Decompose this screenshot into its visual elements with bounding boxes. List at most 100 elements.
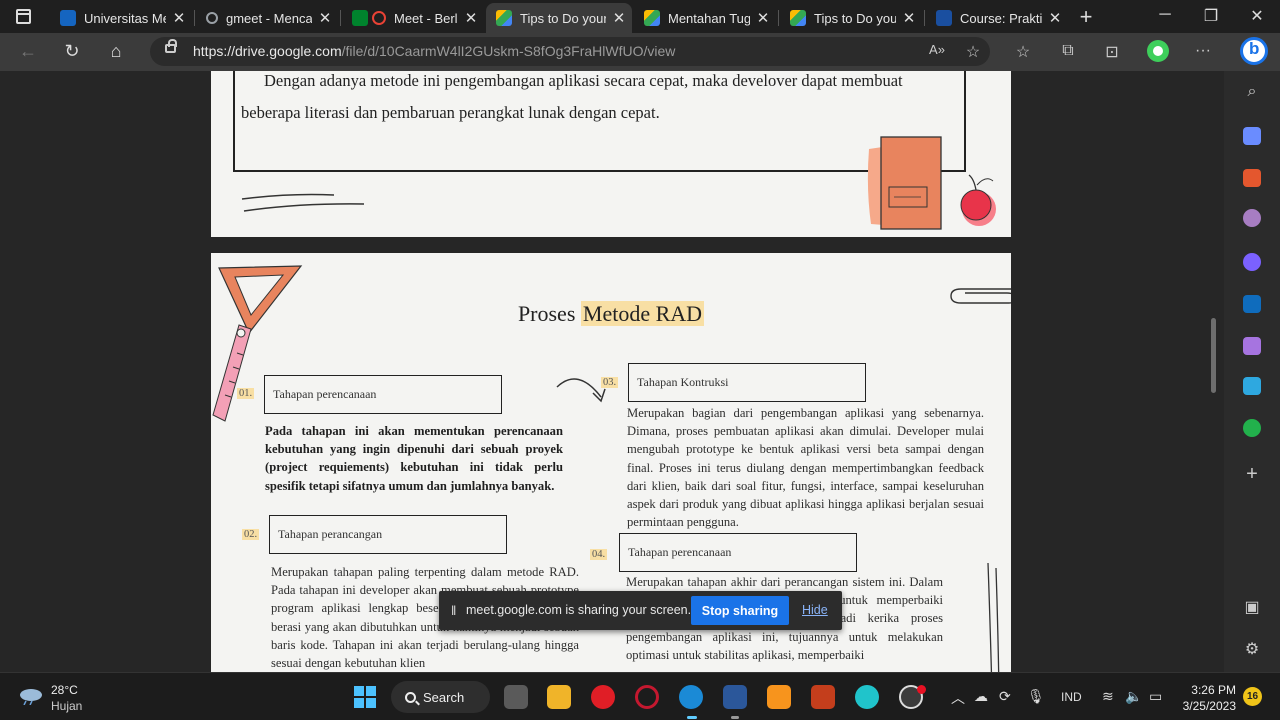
collections-icon[interactable]: ⧉ bbox=[1057, 42, 1079, 60]
tab-universitas[interactable]: Universitas Mercu ✕ bbox=[50, 3, 192, 33]
opera-icon[interactable] bbox=[591, 685, 615, 709]
doodle-lines-icon bbox=[241, 193, 365, 212]
shopping-icon[interactable] bbox=[1243, 127, 1261, 145]
tab-course[interactable]: Course: Praktikum ✕ bbox=[926, 3, 1068, 33]
extensions-icon[interactable]: ⊡ bbox=[1101, 42, 1123, 62]
drive-favicon-icon bbox=[496, 10, 512, 26]
more-menu-icon[interactable]: ··· bbox=[1192, 42, 1214, 60]
tab-close-icon[interactable]: ✕ bbox=[458, 9, 484, 27]
taskbar-search[interactable]: Search bbox=[391, 681, 490, 713]
read-aloud-icon[interactable]: A» bbox=[926, 42, 948, 57]
document-page-1: Dengan adanya metode ini pengembangan ap… bbox=[211, 71, 1011, 237]
step-label-box: Tahapan perencanaan bbox=[264, 375, 502, 414]
drive-favicon-icon bbox=[644, 10, 660, 26]
file-explorer-icon[interactable] bbox=[547, 685, 571, 709]
battery-icon[interactable]: ▭ bbox=[1149, 688, 1162, 705]
volume-icon[interactable]: 🔈 bbox=[1125, 688, 1142, 705]
copilot-icon[interactable] bbox=[1243, 253, 1261, 271]
profile-avatar[interactable] bbox=[1147, 40, 1169, 62]
tab-tips-2[interactable]: Tips to Do your ✕ bbox=[780, 3, 922, 33]
tab-close-icon[interactable]: ✕ bbox=[166, 9, 192, 27]
minimize-icon[interactable]: ─ bbox=[1155, 6, 1175, 24]
designer-icon[interactable] bbox=[1243, 337, 1261, 355]
pause-icon: ‖ bbox=[451, 603, 457, 618]
wifi-icon[interactable]: ≋ bbox=[1102, 688, 1114, 705]
back-icon[interactable]: ← bbox=[17, 41, 39, 62]
calendar-favicon-icon bbox=[60, 10, 76, 26]
close-window-icon[interactable]: ✕ bbox=[1247, 6, 1267, 26]
tools-icon[interactable] bbox=[1243, 169, 1261, 187]
step-number: 03. bbox=[601, 377, 619, 388]
bing-chat-icon[interactable] bbox=[1240, 37, 1268, 65]
games-icon[interactable] bbox=[1243, 209, 1261, 227]
weather-rain-icon[interactable] bbox=[18, 687, 44, 705]
word-icon[interactable] bbox=[723, 685, 747, 709]
edge-icon[interactable] bbox=[679, 685, 703, 709]
hide-banner-link[interactable]: Hide bbox=[802, 603, 828, 617]
weather-condition[interactable]: Hujan bbox=[51, 699, 82, 713]
home-icon[interactable]: ⌂ bbox=[105, 41, 127, 62]
add-sidebar-app-icon[interactable]: + bbox=[1242, 463, 1262, 486]
url-text[interactable]: https://drive.google.com/file/d/10CaarmW… bbox=[193, 43, 675, 59]
step-label-box: Tahapan Kontruksi bbox=[628, 363, 866, 402]
document-viewer[interactable]: Dengan adanya metode ini pengembangan ap… bbox=[0, 71, 1224, 672]
step-number: 01. bbox=[237, 388, 255, 399]
outlook-icon[interactable] bbox=[1243, 295, 1261, 313]
system-clock[interactable]: 3:26 PM 3/25/2023 bbox=[1180, 682, 1236, 714]
favorites-icon[interactable]: ☆ bbox=[1012, 42, 1034, 62]
recording-icon bbox=[372, 11, 386, 25]
tab-tips-active[interactable]: Tips to Do your ✕ bbox=[486, 3, 632, 33]
page-title: Proses Metode RAD bbox=[517, 301, 705, 326]
tab-meet[interactable]: Meet - Berlangs ✕ bbox=[342, 3, 484, 33]
show-hidden-icons[interactable]: ︿ bbox=[951, 688, 965, 708]
screen-share-banner: ‖ meet.google.com is sharing your screen… bbox=[439, 591, 842, 630]
notification-badge[interactable]: 16 bbox=[1243, 687, 1262, 706]
browser-window: Universitas Mercu ✕ gmeet - Mencari ✕ Me… bbox=[0, 0, 1280, 720]
tray-app-icon[interactable]: ☁ bbox=[974, 688, 988, 705]
canva-icon[interactable] bbox=[855, 685, 879, 709]
new-tab-button[interactable]: + bbox=[1075, 4, 1097, 30]
windows-start-icon[interactable] bbox=[354, 686, 376, 708]
microphone-icon[interactable]: 🎙 bbox=[1027, 688, 1045, 705]
tab-close-icon[interactable]: ✕ bbox=[606, 9, 632, 27]
send-icon[interactable] bbox=[1243, 377, 1261, 395]
step-description: Merupakan bagian dari pengembangan aplik… bbox=[627, 406, 984, 530]
meet-favicon-icon bbox=[352, 10, 368, 26]
taskbar: 28°C Hujan Search ︿ ☁ ⟳ 🎙 IND ≋ 🔈 ▭ 3:26… bbox=[0, 672, 1280, 720]
opera-gx-icon[interactable] bbox=[635, 685, 659, 709]
tab-actions-icon[interactable] bbox=[16, 9, 31, 24]
scrollbar-thumb[interactable] bbox=[1211, 318, 1216, 393]
search-favicon-icon bbox=[206, 12, 218, 24]
step-number: 04. bbox=[590, 549, 608, 560]
tab-gmeet-search[interactable]: gmeet - Mencari ✕ bbox=[196, 3, 338, 33]
tree-icon[interactable] bbox=[1243, 419, 1261, 437]
step-description: Pada tahapan ini akan mementukan perenca… bbox=[265, 424, 563, 493]
drive-favicon-icon bbox=[790, 10, 806, 26]
tab-mentahan[interactable]: Mentahan Tugas ✕ bbox=[634, 3, 776, 33]
refresh-icon[interactable]: ↻ bbox=[61, 41, 83, 62]
course-favicon-icon bbox=[936, 10, 952, 26]
page1-paragraph: Dengan adanya metode ini pengembangan ap… bbox=[241, 71, 903, 122]
tab-close-icon[interactable]: ✕ bbox=[1042, 9, 1068, 27]
sidebar-toggle-icon[interactable]: ▣ bbox=[1242, 597, 1262, 617]
recording-badge-icon bbox=[917, 685, 926, 694]
tray-sync-icon[interactable]: ⟳ bbox=[999, 688, 1011, 705]
step-number: 02. bbox=[242, 529, 260, 540]
tab-close-icon[interactable]: ✕ bbox=[896, 9, 922, 27]
gallery-app-icon[interactable] bbox=[767, 685, 791, 709]
language-indicator[interactable]: IND bbox=[1061, 690, 1082, 704]
maximize-icon[interactable]: ❐ bbox=[1201, 6, 1221, 26]
stop-sharing-button[interactable]: Stop sharing bbox=[691, 596, 789, 625]
book-apple-illustration-icon bbox=[867, 136, 996, 230]
weather-temperature[interactable]: 28°C bbox=[51, 683, 78, 697]
tab-close-icon[interactable]: ✕ bbox=[312, 9, 338, 27]
powerpoint-icon[interactable] bbox=[811, 685, 835, 709]
tab-close-icon[interactable]: ✕ bbox=[750, 9, 776, 27]
search-icon[interactable]: ⌕ bbox=[1242, 83, 1262, 101]
task-view-icon[interactable] bbox=[504, 685, 528, 709]
lock-icon[interactable] bbox=[165, 39, 177, 53]
favorite-add-icon[interactable]: ☆ bbox=[962, 42, 984, 62]
settings-icon[interactable]: ⚙ bbox=[1242, 639, 1262, 659]
step-label-box: Tahapan perancangan bbox=[269, 515, 507, 554]
tab-bar: Universitas Mercu ✕ gmeet - Mencari ✕ Me… bbox=[0, 0, 1280, 33]
